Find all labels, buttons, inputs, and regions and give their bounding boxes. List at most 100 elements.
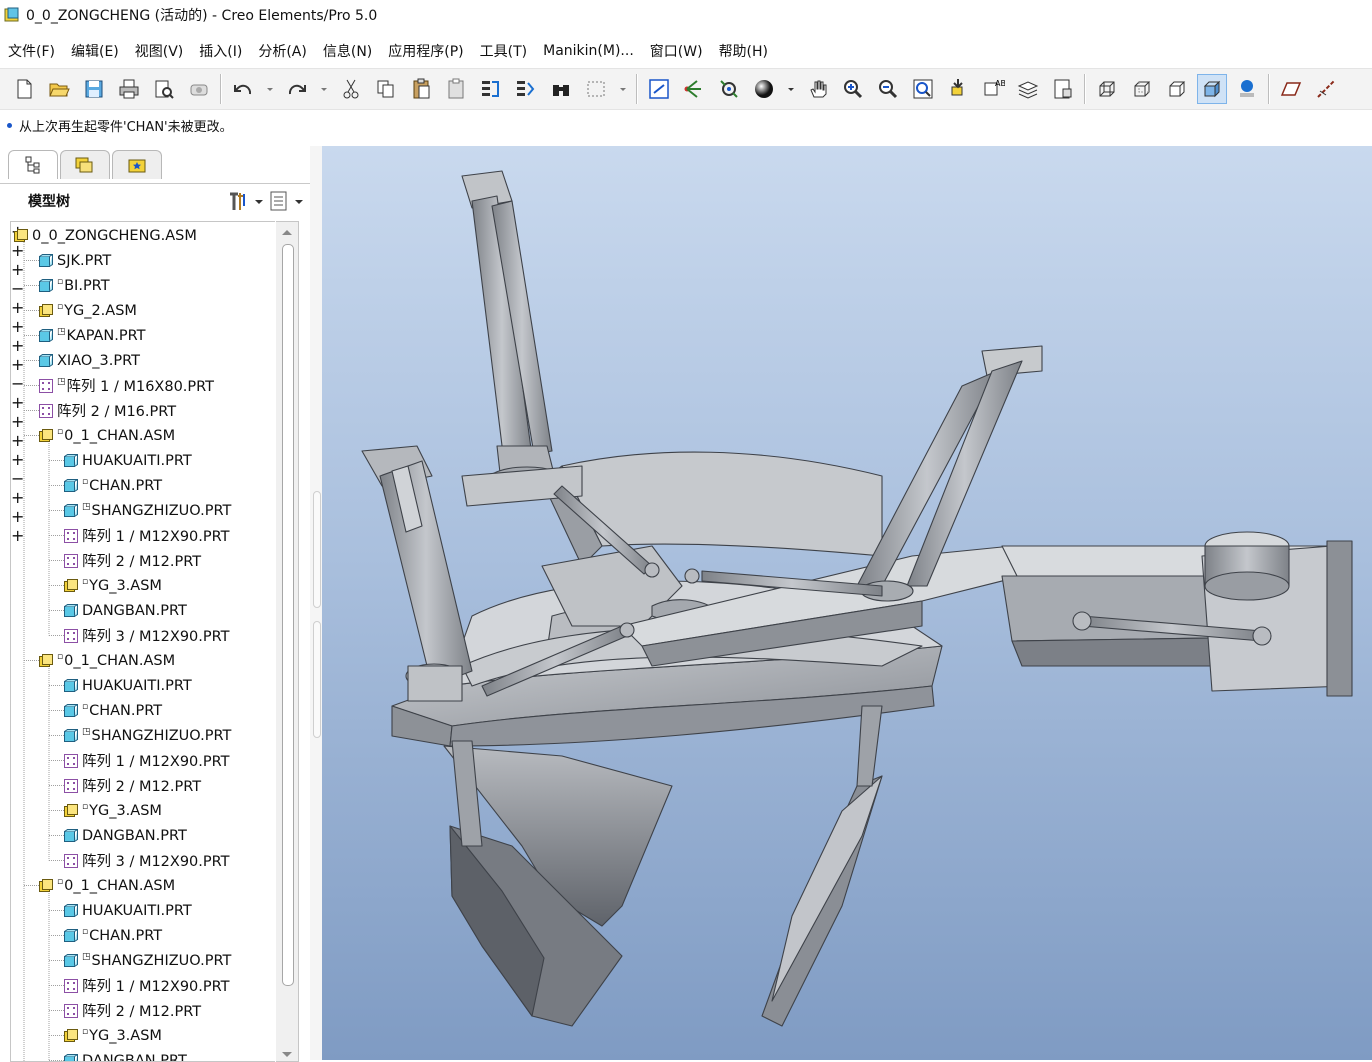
menu-manikin[interactable]: Manikin(M)... [535,43,642,59]
tree-row[interactable]: ▫CHAN.PRT [64,473,162,498]
tree-row[interactable]: ◳SHANGZHIZUO.PRT [64,948,231,973]
spin-center-icon[interactable] [679,74,709,104]
email-icon[interactable] [184,74,214,104]
tree-row[interactable]: ▫0_1_CHAN.ASM [39,648,175,673]
redo-dropdown-icon[interactable] [317,74,331,104]
model-tree[interactable]: 0_0_ZONGCHENG.ASMSJK.PRT▫BI.PRT▫YG_2.ASM… [10,221,275,1062]
print-preview-icon[interactable] [149,74,179,104]
datum-axis-icon[interactable] [1311,74,1341,104]
menu-edit[interactable]: 编辑(E) [63,41,127,61]
datum-plane-icon[interactable] [1276,74,1306,104]
sash-handle-upper[interactable] [313,491,321,608]
tree-row[interactable]: ▫YG_3.ASM [64,798,162,823]
tree-scrollbar[interactable] [276,221,299,1062]
tree-row[interactable]: 阵列 2 / M12.PRT [64,548,201,573]
appearance-icon[interactable] [749,74,779,104]
menu-insert[interactable]: 插入(I) [191,41,250,61]
tree-row[interactable]: 阵列 2 / M16.PRT [39,398,176,423]
layers-icon[interactable] [1013,74,1043,104]
tree-row[interactable]: ▫0_1_CHAN.ASM [39,873,175,898]
assembly-model-render[interactable] [322,146,1372,1060]
model-tree-tab[interactable] [8,150,58,179]
new-icon[interactable] [9,74,39,104]
tree-row[interactable]: SJK.PRT [39,248,111,273]
tree-row[interactable]: ▫0_1_CHAN.ASM [39,423,175,448]
appearance-dropdown-icon[interactable] [784,74,798,104]
view-manager-icon[interactable] [714,74,744,104]
tree-row[interactable]: ▫YG_3.ASM [64,1023,162,1048]
menu-applications[interactable]: 应用程序(P) [380,41,471,61]
menu-info[interactable]: 信息(N) [315,41,380,61]
tree-row[interactable]: 阵列 1 / M12X90.PRT [64,973,230,998]
pan-icon[interactable] [803,74,833,104]
tree-row[interactable]: ◳KAPAN.PRT [39,323,146,348]
settings-dropdown-icon[interactable] [254,190,264,212]
show-options-icon[interactable] [268,190,290,212]
enhanced-realism-icon[interactable] [1232,74,1262,104]
tree-row[interactable]: 阵列 3 / M12X90.PRT [64,623,230,648]
undo-icon[interactable] [228,74,258,104]
panel-sash[interactable] [310,146,322,1060]
zoom-out-icon[interactable] [873,74,903,104]
tree-row[interactable]: XIAO_3.PRT [39,348,140,373]
tree-row[interactable]: ▫YG_3.ASM [64,573,162,598]
print-icon[interactable] [114,74,144,104]
menu-analysis[interactable]: 分析(A) [250,41,315,61]
regen-manager-icon[interactable] [511,74,541,104]
tree-row[interactable]: ▫CHAN.PRT [64,698,162,723]
model-display-icon[interactable] [1048,74,1078,104]
cut-icon[interactable] [336,74,366,104]
select-dropdown-icon[interactable] [616,74,630,104]
copy-icon[interactable] [371,74,401,104]
tree-row[interactable]: HUAKUAITI.PRT [64,448,192,473]
tree-row[interactable]: DANGBAN.PRT [64,598,187,623]
open-icon[interactable] [44,74,74,104]
save-icon[interactable] [79,74,109,104]
scroll-thumb[interactable] [282,244,294,986]
refit-icon[interactable] [908,74,938,104]
tree-row[interactable]: ▫CHAN.PRT [64,923,162,948]
tree-row[interactable]: 0_0_ZONGCHENG.ASM [14,223,197,248]
no-hidden-icon[interactable] [1162,74,1192,104]
tree-row[interactable]: 阵列 2 / M12.PRT [64,998,201,1023]
graphics-window[interactable] [322,146,1372,1060]
wireframe-icon[interactable] [1092,74,1122,104]
shading-icon[interactable] [1197,74,1227,104]
paste-special-icon[interactable] [441,74,471,104]
scroll-up-icon[interactable] [276,224,298,240]
tree-row[interactable]: ▫YG_2.ASM [39,298,137,323]
saved-views-icon[interactable]: AB [978,74,1008,104]
hidden-line-icon[interactable] [1127,74,1157,104]
favorites-tab[interactable] [112,150,162,179]
tree-row[interactable]: 阵列 1 / M12X90.PRT [64,523,230,548]
tree-row[interactable]: HUAKUAITI.PRT [64,673,192,698]
menu-help[interactable]: 帮助(H) [711,41,776,61]
menu-file[interactable]: 文件(F) [0,41,63,61]
folder-browser-tab[interactable] [60,150,110,179]
tree-row[interactable]: ◳阵列 1 / M16X80.PRT [39,373,214,398]
tree-row[interactable]: ◳SHANGZHIZUO.PRT [64,723,231,748]
zoom-in-icon[interactable] [838,74,868,104]
sash-handle-lower[interactable] [313,621,321,738]
redo-icon[interactable] [282,74,312,104]
menu-tools[interactable]: 工具(T) [472,41,535,61]
regenerate-icon[interactable] [476,74,506,104]
repaint-icon[interactable] [644,74,674,104]
scroll-down-icon[interactable] [276,1049,298,1061]
reorient-icon[interactable] [943,74,973,104]
menu-window[interactable]: 窗口(W) [642,41,711,61]
paste-icon[interactable] [406,74,436,104]
find-icon[interactable] [546,74,576,104]
tree-row[interactable]: DANGBAN.PRT [64,823,187,848]
tree-settings-icon[interactable] [226,190,250,212]
tree-row[interactable]: 阵列 1 / M12X90.PRT [64,748,230,773]
select-box-icon[interactable] [581,74,611,104]
show-dropdown-icon[interactable] [294,190,304,212]
tree-row[interactable]: HUAKUAITI.PRT [64,898,192,923]
tree-row[interactable]: ◳SHANGZHIZUO.PRT [64,498,231,523]
tree-row[interactable]: ▫BI.PRT [39,273,110,298]
undo-dropdown-icon[interactable] [263,74,277,104]
tree-row[interactable]: 阵列 3 / M12X90.PRT [64,848,230,873]
menu-view[interactable]: 视图(V) [127,41,192,61]
tree-row[interactable]: 阵列 2 / M12.PRT [64,773,201,798]
